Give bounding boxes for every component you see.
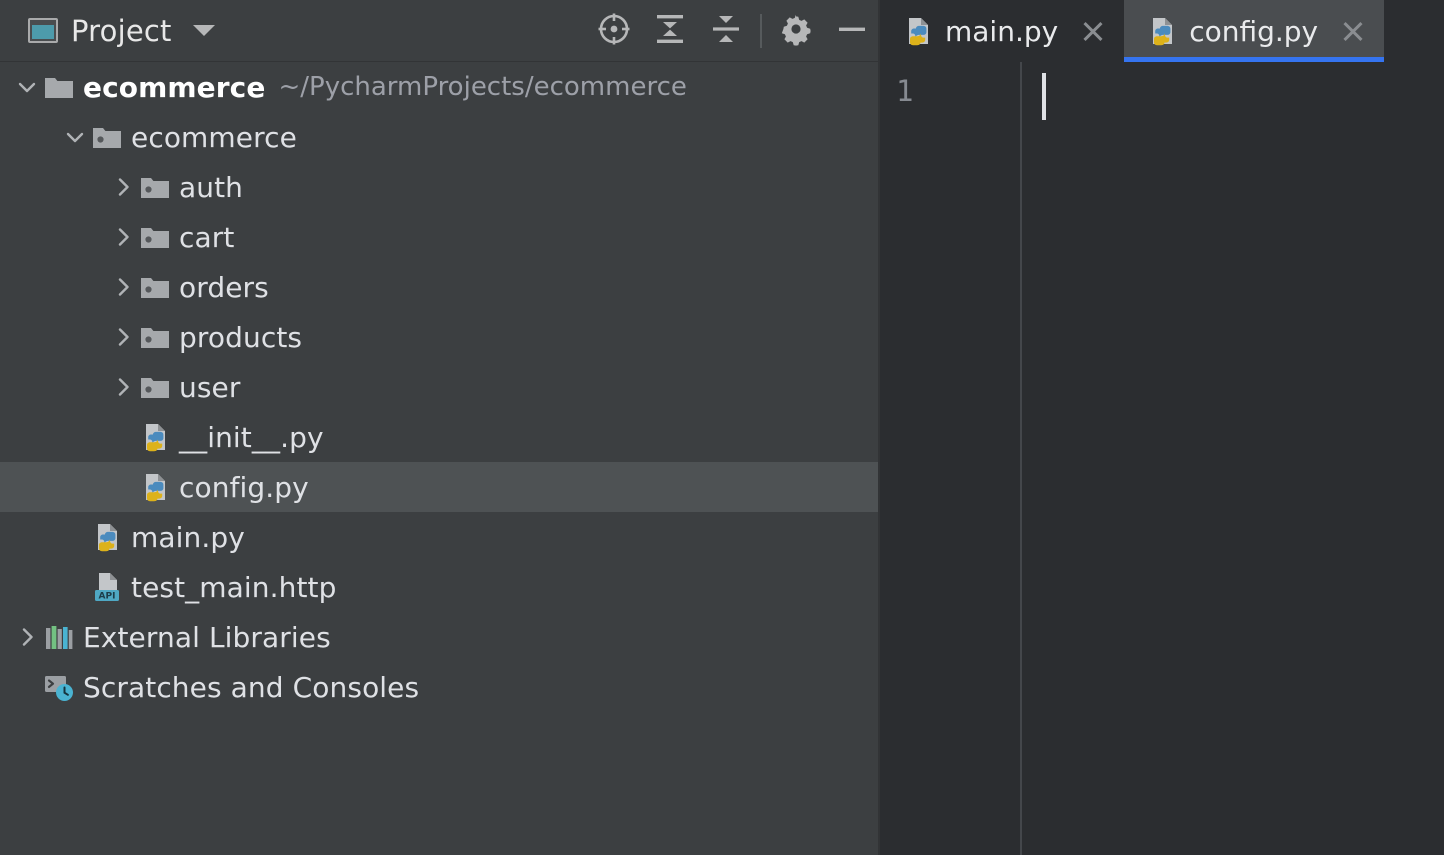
tree-row-orders[interactable]: orders [0, 262, 880, 312]
tree-row-config-py[interactable]: config.py [0, 462, 880, 512]
editor-tab-main-py[interactable]: main.py [880, 0, 1124, 62]
project-tool-window: Project [0, 0, 880, 855]
project-panel-toolbar [586, 0, 880, 61]
expand-all-icon [652, 11, 688, 51]
line-number: 1 [896, 74, 913, 108]
package-folder-icon [138, 162, 172, 212]
toolbar-separator [760, 14, 762, 48]
chevron-right-icon[interactable] [108, 162, 138, 212]
project-title-group[interactable]: Project [28, 0, 215, 61]
tree-row-path: ~/PycharmProjects/ecommerce [278, 72, 686, 102]
tree-row-ecommerce[interactable]: ecommerce [0, 112, 880, 162]
code-editor[interactable]: 1 [880, 62, 1444, 855]
chevron-right-icon[interactable] [108, 212, 138, 262]
tree-row-label: test_main.http [131, 571, 337, 604]
tree-row-label: ecommerce [131, 121, 297, 154]
tree-row-label: __init__.py [179, 421, 324, 454]
python-file-icon [902, 15, 934, 47]
tree-row-ecommerce[interactable]: ecommerce ~/PycharmProjects/ecommerce [0, 62, 880, 112]
close-icon[interactable] [1338, 16, 1368, 46]
editor-gutter: 1 [880, 62, 1022, 855]
crosshair-target-icon [596, 11, 632, 51]
scratches-console-icon [42, 662, 76, 712]
tree-row-user[interactable]: user [0, 362, 880, 412]
package-folder-icon [138, 362, 172, 412]
http-api-file-icon: API [90, 562, 124, 612]
chevron-down-icon[interactable] [60, 112, 90, 162]
tree-row-label: External Libraries [83, 621, 331, 654]
editor-tab-config-py[interactable]: config.py [1124, 0, 1384, 62]
python-file-icon [138, 462, 172, 512]
tree-row-label: ecommerce [83, 71, 265, 104]
python-file-icon [1146, 15, 1178, 47]
gear-icon [779, 12, 813, 50]
tree-expander-placeholder [108, 412, 138, 462]
chevron-right-icon[interactable] [108, 312, 138, 362]
project-window-icon [28, 18, 58, 43]
package-folder-icon [138, 262, 172, 312]
python-file-icon [138, 412, 172, 462]
editor-tab-label: config.py [1189, 15, 1318, 48]
tree-row-main-py[interactable]: main.py [0, 512, 880, 562]
books-icon [42, 612, 76, 662]
select-opened-file-button[interactable] [586, 0, 642, 61]
tree-row-label: main.py [131, 521, 245, 554]
project-panel-header: Project [0, 0, 880, 62]
expand-all-button[interactable] [642, 0, 698, 61]
chevron-right-icon[interactable] [108, 262, 138, 312]
text-caret [1042, 73, 1046, 120]
chevron-down-icon[interactable] [12, 62, 42, 112]
minimize-icon [834, 11, 870, 51]
svg-text:API: API [99, 592, 116, 602]
chevron-right-icon[interactable] [12, 612, 42, 662]
package-folder-icon [138, 312, 172, 362]
tree-row-test-main-http[interactable]: API test_main.http [0, 562, 880, 612]
python-file-icon [90, 512, 124, 562]
hide-panel-button[interactable] [824, 0, 880, 61]
tree-row-products[interactable]: products [0, 312, 880, 362]
tree-row-auth[interactable]: auth [0, 162, 880, 212]
tree-row-label: auth [179, 171, 243, 204]
tree-expander-placeholder [60, 512, 90, 562]
tree-expander-placeholder [108, 462, 138, 512]
tree-row-label: products [179, 321, 302, 354]
package-folder-icon [138, 212, 172, 262]
tree-expander-placeholder [60, 562, 90, 612]
tree-row-external-libraries[interactable]: External Libraries [0, 612, 880, 662]
settings-button[interactable] [768, 0, 824, 61]
tree-row-scratches-and-consoles[interactable]: Scratches and Consoles [0, 662, 880, 712]
folder-icon [42, 62, 76, 112]
project-panel-title: Project [71, 14, 172, 48]
tree-row-cart[interactable]: cart [0, 212, 880, 262]
chevron-right-icon[interactable] [108, 362, 138, 412]
tree-row-label: config.py [179, 471, 309, 504]
collapse-all-button[interactable] [698, 0, 754, 61]
pycharm-window: Project [0, 0, 1444, 855]
editor-tab-bar: main.py config.py [880, 0, 1444, 62]
tree-row-label: cart [179, 221, 234, 254]
editor-tab-label: main.py [945, 15, 1058, 48]
editor-area: main.py config.py 1 [880, 0, 1444, 855]
close-icon[interactable] [1078, 16, 1108, 46]
tree-row-label: user [179, 371, 240, 404]
tree-expander-placeholder [12, 662, 42, 712]
collapse-all-icon [708, 11, 744, 51]
package-folder-icon [90, 112, 124, 162]
tree-row-label: orders [179, 271, 269, 304]
tree-row-label: Scratches and Consoles [83, 671, 419, 704]
chevron-down-icon[interactable] [193, 25, 215, 36]
project-tree[interactable]: ecommerce~/PycharmProjects/ecommerceecom… [0, 62, 880, 855]
tree-row--init-py[interactable]: __init__.py [0, 412, 880, 462]
